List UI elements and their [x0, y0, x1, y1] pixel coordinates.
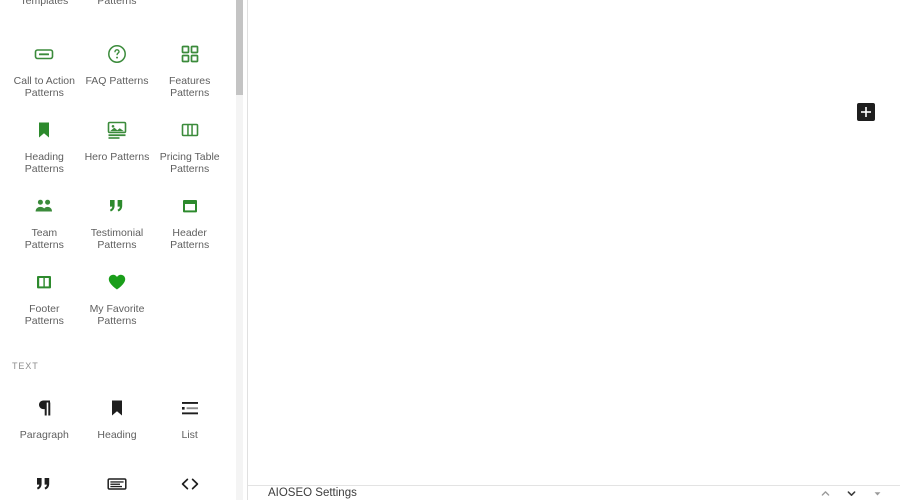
block-item-quote[interactable]: Quote [8, 464, 81, 500]
chevron-down-icon [847, 490, 855, 496]
block-item-label: Footer Patterns [24, 303, 64, 327]
block-item-code[interactable]: Code [153, 464, 226, 500]
block-item-label: Call to Action Patterns [13, 75, 75, 99]
block-item-label: Features Patterns [168, 75, 211, 99]
text-block-rows: Paragraph Heading List [0, 388, 247, 500]
block-item-label: List [181, 429, 198, 441]
block-item-label: Heading [97, 429, 137, 441]
classic-editor-icon [105, 472, 129, 496]
block-item-label: FAQ Patterns [85, 75, 149, 87]
heart-icon [105, 270, 129, 294]
block-item-footer-patterns[interactable]: Footer Patterns [8, 262, 81, 338]
pattern-grid-row-1: Patterns & Templates Gallery Patterns [0, 0, 234, 18]
quote-icon [105, 194, 129, 218]
block-item-patterns-templates[interactable]: Patterns & Templates [8, 0, 81, 18]
move-up-button[interactable] [812, 486, 838, 500]
editor-window: Patterns & Templates Gallery Patterns [0, 0, 900, 500]
block-item-features-patterns[interactable]: Features Patterns [153, 34, 226, 110]
header-layout-icon [178, 194, 202, 218]
pattern-category-row-clipped: Patterns & Templates Gallery Patterns [0, 0, 247, 18]
block-item-label: Header Patterns [170, 227, 210, 251]
move-down-button[interactable] [838, 486, 864, 500]
block-item-pricing-table-patterns[interactable]: Pricing Table Patterns [153, 110, 226, 186]
block-item-heading-patterns[interactable]: Heading Patterns [8, 110, 81, 186]
block-item-heading[interactable]: Heading [81, 388, 154, 464]
question-circle-icon [105, 42, 129, 66]
block-item-label: Heading Patterns [24, 151, 64, 175]
block-item-hero-patterns[interactable]: Hero Patterns [81, 110, 154, 186]
block-item-team-patterns[interactable]: Team Patterns [8, 186, 81, 262]
block-item-call-to-action-patterns[interactable]: Call to Action Patterns [8, 34, 81, 110]
footer-layout-icon [32, 270, 56, 294]
plus-icon [861, 107, 871, 117]
caret-down-icon [874, 491, 880, 496]
pattern-category-rows: Call to Action Patterns FAQ Patterns Fea… [0, 34, 247, 338]
pilcrow-icon [32, 396, 56, 420]
inserter-scroll-region[interactable]: Patterns & Templates Gallery Patterns [0, 0, 247, 500]
block-item-label: Team Patterns [24, 227, 64, 251]
block-item-label: Patterns & Templates [20, 0, 69, 7]
people-icon [32, 194, 56, 218]
block-item-label: Hero Patterns [84, 151, 150, 163]
block-item-empty-slot [153, 262, 226, 338]
panel-title: AIOSEO Settings [268, 487, 357, 499]
bookmark-icon [105, 396, 129, 420]
block-item-testimonial-patterns[interactable]: Testimonial Patterns [81, 186, 154, 262]
chevron-up-icon [821, 490, 829, 496]
columns-icon [178, 118, 202, 142]
media-image-icon [105, 118, 129, 142]
block-inserter-panel: Patterns & Templates Gallery Patterns [0, 0, 248, 500]
aioseo-settings-panel[interactable]: AIOSEO Settings [248, 485, 900, 500]
section-heading-text: TEXT [12, 361, 39, 371]
code-icon [178, 472, 202, 496]
block-item-label: Gallery Patterns [97, 0, 137, 7]
grid-icon [178, 42, 202, 66]
block-item-label: My Favorite Patterns [89, 303, 145, 327]
block-item-my-favorite-patterns[interactable]: My Favorite Patterns [81, 262, 154, 338]
block-item-label: Pricing Table Patterns [159, 151, 220, 175]
collapse-panel-button[interactable] [864, 486, 890, 500]
inserter-scrollbar-thumb[interactable] [236, 0, 243, 95]
block-item-list[interactable]: List [153, 388, 226, 464]
add-block-button[interactable] [857, 103, 875, 121]
pattern-grid: Call to Action Patterns FAQ Patterns Fea… [0, 34, 234, 338]
quote-icon [32, 472, 56, 496]
bookmark-icon [32, 118, 56, 142]
post-content-area[interactable] [248, 0, 900, 484]
block-item-label: Paragraph [19, 429, 69, 441]
block-item-paragraph[interactable]: Paragraph [8, 388, 81, 464]
block-item-faq-patterns[interactable]: FAQ Patterns [81, 34, 154, 110]
block-item-classic[interactable]: Classic [81, 464, 154, 500]
text-block-grid: Paragraph Heading List [0, 388, 234, 500]
block-item-blog-patterns[interactable]: Blog Patterns [153, 0, 226, 18]
list-icon [178, 396, 202, 420]
block-item-label: Testimonial Patterns [90, 227, 144, 251]
button-icon [32, 42, 56, 66]
block-item-header-patterns[interactable]: Header Patterns [153, 186, 226, 262]
block-item-gallery-patterns[interactable]: Gallery Patterns [81, 0, 154, 18]
editor-canvas: AIOSEO Settings [248, 0, 900, 500]
